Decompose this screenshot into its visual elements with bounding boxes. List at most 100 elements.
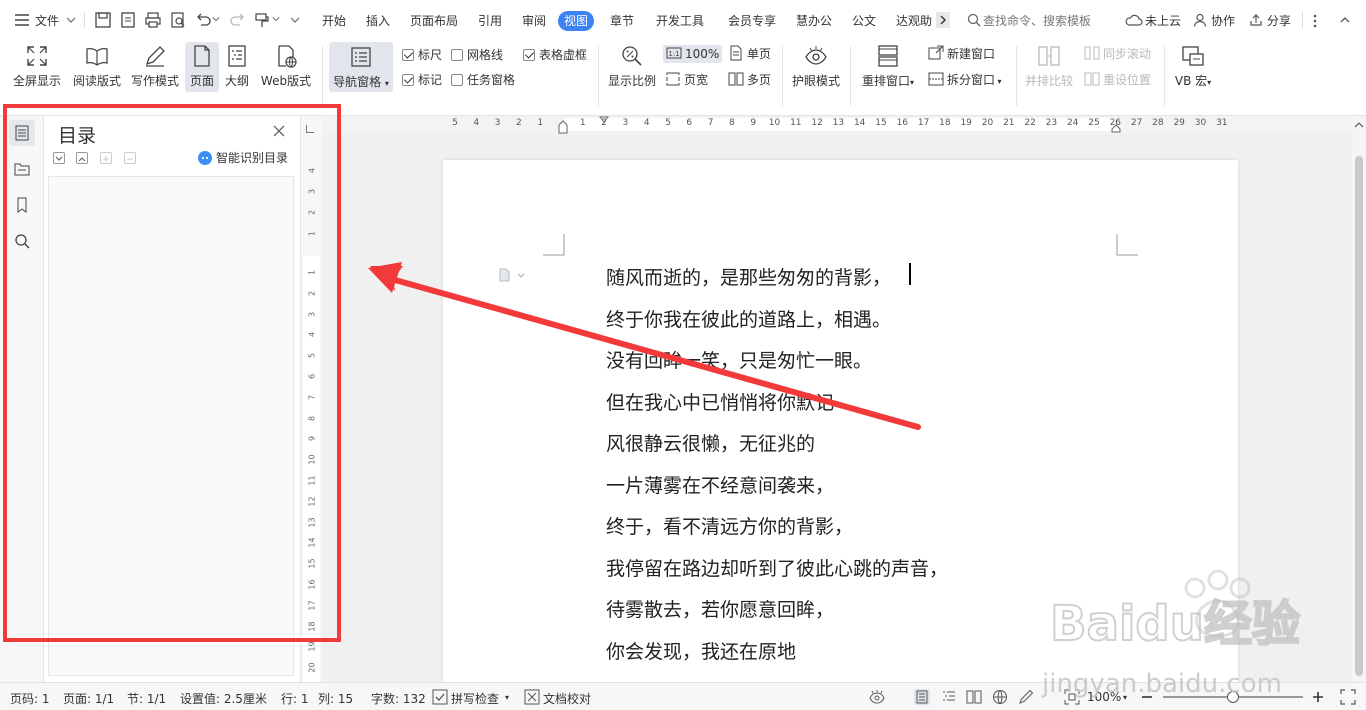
tab-developer[interactable]: 开发工具 bbox=[656, 11, 704, 31]
scroll-up-icon[interactable] bbox=[1354, 120, 1364, 130]
tab-section[interactable]: 章节 bbox=[610, 11, 634, 31]
side-by-side-button[interactable]: 并排比较 bbox=[1022, 44, 1076, 92]
single-page-button[interactable]: 单页 bbox=[728, 45, 771, 63]
chevron-down-icon[interactable] bbox=[212, 15, 220, 23]
setting-status[interactable]: 设置值: 2.5厘米 bbox=[180, 690, 267, 707]
paragraph-handle-icon[interactable] bbox=[497, 268, 525, 282]
page-view-icon[interactable] bbox=[914, 689, 930, 705]
split-window-button[interactable]: 拆分窗口 ▾ bbox=[928, 71, 1002, 89]
checkbox-box[interactable] bbox=[451, 74, 463, 86]
sync-scroll-button[interactable]: 同步滚动 bbox=[1084, 45, 1151, 63]
tab-review[interactable]: 审阅 bbox=[522, 11, 546, 31]
checkbox-box[interactable] bbox=[402, 74, 414, 86]
doc-paragraph[interactable]: 你会发现，我还在原地 bbox=[606, 637, 796, 664]
task-pane-checkbox[interactable]: 任务窗格 bbox=[451, 72, 515, 88]
doc-paragraph[interactable]: 随风而逝的，是那些匆匆的背影， bbox=[606, 263, 891, 290]
print-preview-icon[interactable] bbox=[169, 11, 187, 29]
page-width-button[interactable]: 页宽 bbox=[665, 71, 708, 89]
user-icon[interactable] bbox=[1193, 13, 1207, 27]
more-options-icon[interactable] bbox=[1312, 13, 1318, 29]
column-status[interactable]: 列: 15 bbox=[318, 690, 353, 707]
eye-protect-button[interactable]: 护眼模式 bbox=[788, 44, 844, 92]
tab-smart-office[interactable]: 慧办公 bbox=[796, 11, 832, 31]
page-number-status[interactable]: 页码: 1 bbox=[10, 690, 50, 707]
outline-button[interactable]: 大纲 bbox=[221, 44, 253, 92]
spell-check-button[interactable]: 拼写检查 bbox=[451, 690, 499, 707]
marks-checkbox[interactable]: 标记 bbox=[402, 72, 442, 88]
format-painter-icon[interactable] bbox=[253, 11, 271, 29]
fullscreen-button[interactable]: 全屏显示 bbox=[8, 44, 66, 92]
checkbox-box[interactable] bbox=[451, 49, 463, 61]
eye-icon[interactable] bbox=[869, 689, 885, 705]
tab-references[interactable]: 引用 bbox=[478, 11, 502, 31]
tab-insert[interactable]: 插入 bbox=[366, 11, 390, 31]
command-search-input[interactable]: 查找命令、搜索模板 bbox=[983, 11, 1091, 31]
save-icon[interactable] bbox=[94, 11, 112, 29]
reading-view-icon[interactable] bbox=[966, 689, 982, 705]
collaborate-button[interactable]: 协作 bbox=[1211, 11, 1235, 31]
cloud-status[interactable]: 未上云 bbox=[1145, 11, 1181, 31]
section-status[interactable]: 节: 1/1 bbox=[127, 690, 166, 707]
ruler-checkbox[interactable]: 标尺 bbox=[402, 47, 442, 63]
share-icon[interactable] bbox=[1249, 13, 1263, 27]
doc-paragraph[interactable]: 待雾散去，若你愿意回眸， bbox=[606, 595, 834, 622]
pen-icon[interactable] bbox=[1018, 689, 1034, 705]
redo-icon[interactable] bbox=[229, 11, 247, 29]
more-tabs-icon[interactable] bbox=[936, 12, 950, 28]
export-pdf-icon[interactable] bbox=[119, 11, 137, 29]
doc-paragraph[interactable]: 终于，看不清远方你的背影， bbox=[606, 512, 853, 539]
left-indent-marker-icon[interactable] bbox=[558, 120, 568, 134]
tab-daguan[interactable]: 达观助 bbox=[896, 11, 932, 31]
nav-pane-button[interactable]: 导航窗格 ▾ bbox=[329, 42, 393, 92]
spell-check-icon[interactable] bbox=[432, 689, 448, 705]
table-gridlines-checkbox[interactable]: 表格虚框 bbox=[523, 47, 587, 63]
outline-view-icon[interactable] bbox=[941, 689, 957, 705]
undo-icon[interactable] bbox=[194, 11, 212, 29]
doc-paragraph[interactable]: 风很静云很懒，无征兆的 bbox=[606, 429, 815, 456]
file-menu[interactable]: 文件 bbox=[35, 11, 59, 31]
web-layout-button[interactable]: Web版式 bbox=[256, 44, 316, 92]
quick-access-dropdown-icon[interactable] bbox=[290, 15, 300, 25]
fullscreen-toggle-icon[interactable] bbox=[1340, 689, 1356, 705]
doc-paragraph[interactable]: 一片薄雾在不经意间袭来， bbox=[606, 471, 834, 498]
horizontal-ruler[interactable]: 5 4 3 2 1 1 2 3 4 5 6 7 8 9 10 11 12 13 14 15 16 17 18 19 20 21 22… bbox=[322, 116, 1352, 134]
print-icon[interactable] bbox=[144, 11, 162, 29]
tab-official-doc[interactable]: 公文 bbox=[852, 11, 876, 31]
chevron-down-icon[interactable] bbox=[66, 15, 76, 25]
reset-position-button[interactable]: 重设位置 bbox=[1084, 71, 1151, 89]
scrollbar-thumb[interactable] bbox=[1355, 156, 1363, 676]
doc-proof-icon[interactable] bbox=[524, 689, 540, 705]
reading-layout-button[interactable]: 阅读版式 bbox=[68, 44, 126, 92]
macro-button[interactable]: VB 宏▾ bbox=[1170, 44, 1216, 92]
cloud-icon[interactable] bbox=[1125, 13, 1143, 27]
checkbox-box[interactable] bbox=[402, 49, 414, 61]
multi-page-button[interactable]: 多页 bbox=[728, 71, 771, 89]
gridlines-checkbox[interactable]: 网格线 bbox=[451, 47, 503, 63]
chevron-down-icon[interactable] bbox=[272, 15, 280, 23]
writing-mode-button[interactable]: 写作模式 bbox=[128, 44, 182, 92]
tab-member[interactable]: 会员专享 bbox=[728, 11, 776, 31]
doc-paragraph[interactable]: 没有回眸一笑，只是匆忙一眼。 bbox=[606, 346, 872, 373]
tab-view[interactable]: 视图 bbox=[558, 11, 595, 31]
word-count-status[interactable]: 字数: 132 bbox=[371, 690, 426, 707]
rearrange-windows-button[interactable]: 重排窗口▾ bbox=[856, 44, 920, 92]
chevron-down-icon[interactable]: ▾ bbox=[505, 693, 509, 702]
doc-proof-button[interactable]: 文档校对 bbox=[543, 690, 591, 707]
collapse-ribbon-icon[interactable] bbox=[1340, 15, 1350, 25]
globe-icon[interactable] bbox=[992, 689, 1008, 705]
zoom-100-button[interactable]: 1:1 100% bbox=[663, 45, 723, 63]
vertical-scrollbar[interactable] bbox=[1352, 116, 1366, 682]
share-button[interactable]: 分享 bbox=[1267, 11, 1291, 31]
doc-paragraph[interactable]: 但在我心中已悄悄将你默记 bbox=[606, 388, 834, 415]
search-icon[interactable] bbox=[967, 13, 981, 27]
checkbox-box[interactable] bbox=[523, 49, 535, 61]
row-status[interactable]: 行: 1 bbox=[281, 690, 309, 707]
page-view-button[interactable]: 页面 bbox=[185, 42, 219, 92]
doc-paragraph[interactable]: 我停留在路边却听到了彼此心跳的声音， bbox=[606, 554, 948, 581]
tab-home[interactable]: 开始 bbox=[322, 11, 346, 31]
hamburger-icon[interactable] bbox=[14, 13, 30, 27]
tab-page-layout[interactable]: 页面布局 bbox=[410, 11, 458, 31]
zoom-ratio-button[interactable]: 显示比例 bbox=[604, 44, 660, 92]
doc-paragraph[interactable]: 终于你我在彼此的道路上，相遇。 bbox=[606, 305, 891, 332]
pages-status[interactable]: 页面: 1/1 bbox=[63, 690, 114, 707]
